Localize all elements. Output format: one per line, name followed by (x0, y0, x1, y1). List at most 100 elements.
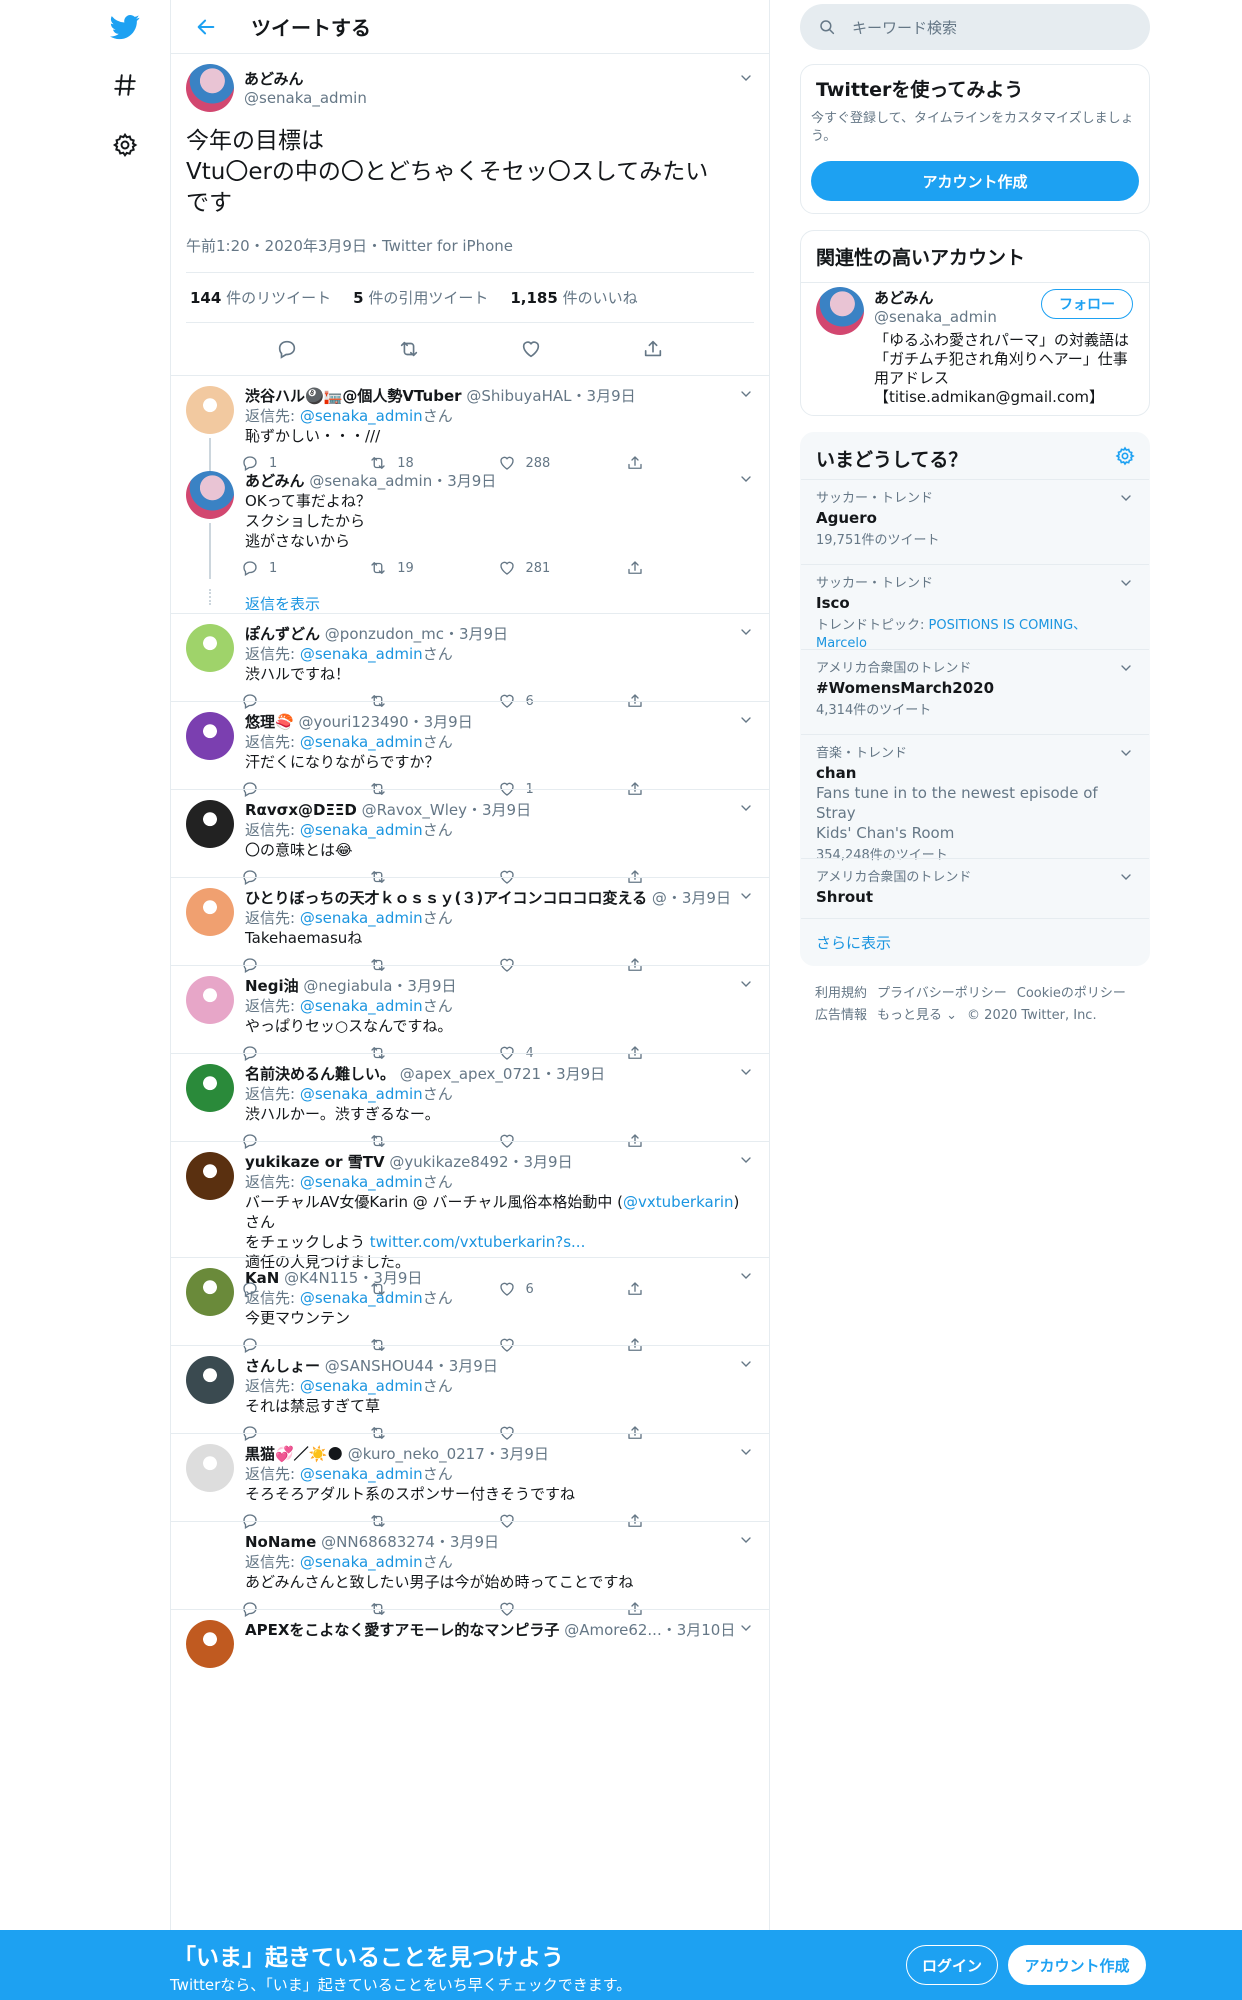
reply-to-link[interactable]: @senaka_admin (300, 1377, 423, 1395)
reply-date[interactable]: ・3月9日 (667, 889, 731, 907)
tweet-timestamp[interactable]: 午前1:20・2020年3月9日・Twitter for iPhone (186, 235, 754, 273)
reply-author-handle[interactable]: @negiabula (303, 977, 392, 995)
reply-date[interactable]: ・3月9日 (541, 1065, 605, 1083)
like-count[interactable]: 1,185 件のいいね (510, 287, 637, 308)
reply-author-name[interactable]: ぽんずどん (245, 625, 320, 643)
avatar[interactable] (186, 1444, 234, 1492)
reply-author-handle[interactable]: @ (652, 889, 667, 907)
reply-author-name[interactable]: ひとりぼっちの天才ｋｏｓｓｙ(３)アイコンコロコロ変える (245, 889, 647, 907)
reply-author-handle[interactable]: @Amore62... (564, 1621, 662, 1639)
reply-author-handle[interactable]: @SANSHOU44 (325, 1357, 434, 1375)
trend-item[interactable]: 音楽・トレンド chan Fans tune in to the newest … (801, 734, 1149, 863)
footer-link[interactable]: Cookieのポリシー (1017, 986, 1126, 1001)
url-link[interactable]: twitter.com/vxtuberkarin?s... (370, 1233, 586, 1251)
reply-author-handle[interactable]: @kuro_neko_0217 (348, 1445, 485, 1463)
trend-item[interactable]: サッカー・トレンド Isco トレンドトピック: POSITIONS IS CO… (801, 564, 1149, 651)
reply-author-name[interactable]: Rαvσx@DΞΞD (245, 801, 357, 819)
trend-item[interactable]: アメリカ合衆国のトレンド #WomensMarch2020 4,314件のツイー… (801, 649, 1149, 734)
reply-to-link[interactable]: @senaka_admin (300, 1553, 423, 1571)
reply-icon[interactable] (241, 559, 259, 577)
reply-author-handle[interactable]: @ponzudon_mc (325, 625, 444, 643)
author-handle[interactable]: @senaka_admin (244, 89, 367, 107)
reply-to-link[interactable]: @senaka_admin (300, 733, 423, 751)
reply-tweet[interactable]: yukikaze or 雪TV @yukikaze8492・3月9日 返信先: @… (171, 1141, 769, 1257)
reply-action[interactable]: 1 (241, 559, 369, 577)
share-icon[interactable] (626, 559, 644, 577)
retweet-icon[interactable] (369, 559, 387, 577)
reply-author-handle[interactable]: @K4N115 (284, 1269, 358, 1287)
reply-date[interactable]: ・3月9日 (432, 472, 496, 490)
chevron-down-icon[interactable] (738, 1268, 754, 1284)
reply-date[interactable]: ・3月9日 (358, 1269, 422, 1287)
reply-author-name[interactable]: あどみん (245, 472, 305, 490)
chevron-down-icon[interactable] (1118, 575, 1134, 591)
reply-author-name[interactable]: Negi油 (245, 977, 299, 995)
avatar[interactable] (186, 624, 234, 672)
related-handle[interactable]: @senaka_admin (874, 308, 997, 326)
like-icon[interactable] (498, 559, 516, 577)
reply-date[interactable]: ・3月10日 (662, 1621, 736, 1639)
show-more-link[interactable]: さらに表示 (801, 918, 1149, 965)
chevron-down-icon[interactable] (738, 1532, 754, 1548)
reply-tweet[interactable]: KaN @K4N115・3月9日 返信先: @senaka_adminさん 今更マウ… (171, 1257, 769, 1345)
retweet-action[interactable]: 19 (369, 559, 497, 577)
chevron-down-icon[interactable] (738, 976, 754, 992)
avatar[interactable] (186, 800, 234, 848)
reply-to-link[interactable]: @senaka_admin (300, 1289, 423, 1307)
reply-tweet[interactable]: 黒猫💞／☀️🌑 @kuro_neko_0217・3月9日 返信先: @senaka… (171, 1433, 769, 1521)
reply-author-handle[interactable]: @NN68683274 (321, 1533, 435, 1551)
chevron-down-icon[interactable] (738, 70, 754, 86)
chevron-down-icon[interactable] (738, 1444, 754, 1460)
chevron-down-icon[interactable] (738, 624, 754, 640)
search-input[interactable]: キーワード検索 (800, 4, 1150, 50)
reply-date[interactable]: ・3月9日 (467, 801, 531, 819)
reply-tweet[interactable]: NoName @NN68683274・3月9日 返信先: @senaka_admi… (171, 1521, 769, 1609)
quote-count[interactable]: 5 件の引用ツイート (353, 287, 488, 308)
avatar[interactable] (186, 1620, 234, 1668)
avatar[interactable] (186, 1532, 234, 1580)
reply-author-name[interactable]: 名前決めるん難しい。 (245, 1065, 395, 1083)
avatar[interactable] (186, 888, 234, 936)
related-name[interactable]: あどみん (874, 287, 997, 308)
reply-author-name[interactable]: さんしょー (245, 1357, 320, 1375)
reply-author-handle[interactable]: @yukikaze8492 (389, 1153, 508, 1171)
chevron-down-icon[interactable] (1118, 490, 1134, 506)
reply-icon[interactable] (276, 338, 298, 360)
chevron-down-icon[interactable] (738, 712, 754, 728)
share-icon[interactable] (642, 338, 664, 360)
reply-tweet[interactable]: Rαvσx@DΞΞD @Ravox_Wley・3月9日 返信先: @senaka_… (171, 789, 769, 877)
chevron-down-icon[interactable] (1118, 869, 1134, 885)
footer-link[interactable]: もっと見る ⌄ (877, 1008, 957, 1023)
reply-tweet[interactable]: 悠理🍣 @youri123490・3月9日 返信先: @senaka_adminさ… (171, 701, 769, 789)
chevron-down-icon[interactable] (738, 471, 754, 487)
reply-author-handle[interactable]: @apex_apex_0721 (400, 1065, 541, 1083)
chevron-down-icon[interactable] (738, 1064, 754, 1080)
retweet-count[interactable]: 144 件のリツイート (190, 287, 331, 308)
reply-author-name[interactable]: yukikaze or 雪TV (245, 1153, 385, 1171)
reply-author-handle[interactable]: @senaka_admin (309, 472, 432, 490)
reply-to-link[interactable]: @senaka_admin (300, 909, 423, 927)
footer-link[interactable]: © 2020 Twitter, Inc. (967, 1008, 1097, 1023)
avatar[interactable] (186, 386, 234, 434)
avatar[interactable] (186, 712, 234, 760)
reply-to-link[interactable]: @senaka_admin (300, 1085, 423, 1103)
signup-button[interactable]: アカウント作成 (1008, 1945, 1146, 1985)
reply-tweet[interactable]: ぽんずどん @ponzudon_mc・3月9日 返信先: @senaka_admi… (171, 613, 769, 701)
reply-to-link[interactable]: @senaka_admin (300, 407, 423, 425)
reply-author-handle[interactable]: @Ravox_Wley (362, 801, 467, 819)
avatar[interactable] (186, 1064, 234, 1112)
reply-author-name[interactable]: 黒猫💞／☀️🌑 (245, 1445, 343, 1463)
chevron-down-icon[interactable] (738, 1620, 754, 1636)
reply-author-name[interactable]: 渋谷ハル🎱🏣@個人勢VTuber (245, 387, 462, 405)
reply-tweet[interactable]: 渋谷ハル🎱🏣@個人勢VTuber @ShibuyaHAL・3月9日 返信先: @s… (171, 375, 769, 472)
chevron-down-icon[interactable] (738, 1356, 754, 1372)
reply-date[interactable]: ・3月9日 (572, 387, 636, 405)
reply-date[interactable]: ・3月9日 (435, 1533, 499, 1551)
chevron-down-icon[interactable] (1118, 660, 1134, 676)
chevron-down-icon[interactable] (1118, 745, 1134, 761)
reply-author-handle[interactable]: @ShibuyaHAL (466, 387, 571, 405)
avatar[interactable] (186, 976, 234, 1024)
avatar[interactable] (186, 1356, 234, 1404)
chevron-down-icon[interactable] (738, 888, 754, 904)
avatar[interactable] (816, 287, 864, 335)
